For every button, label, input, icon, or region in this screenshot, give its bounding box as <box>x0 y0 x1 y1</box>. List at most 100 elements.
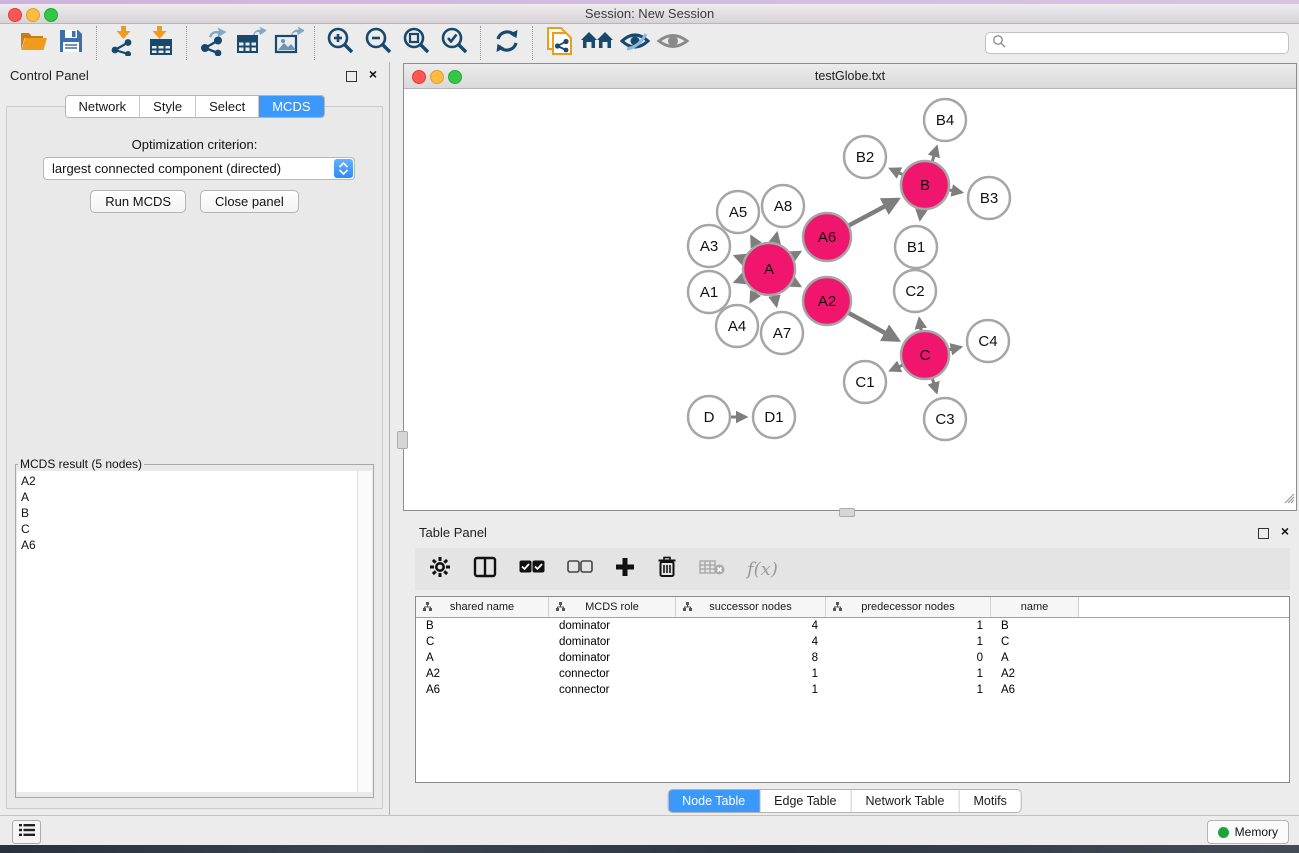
hide-graphics-details-button[interactable] <box>616 26 654 60</box>
show-task-history-button[interactable] <box>12 820 41 844</box>
tab-edge-table[interactable]: Edge Table <box>760 790 851 812</box>
import-network-button[interactable] <box>104 26 142 60</box>
export-network-button[interactable] <box>194 26 232 60</box>
export-image-button[interactable] <box>270 26 308 60</box>
clone-network-button[interactable] <box>540 26 578 60</box>
import-table-button[interactable] <box>142 26 180 60</box>
column-header-mcds-role[interactable]: MCDS role <box>549 597 676 617</box>
graph-edge-C-C3[interactable] <box>933 379 937 392</box>
unselect-all-button[interactable] <box>567 560 593 578</box>
tab-motifs[interactable]: Motifs <box>959 790 1020 812</box>
table-cell[interactable]: C <box>416 634 549 650</box>
table-cell[interactable]: A <box>416 650 549 666</box>
function-builder-button[interactable]: f(x) <box>747 559 778 580</box>
table-cell[interactable]: B <box>416 618 549 634</box>
graph-edge-A-A3[interactable] <box>735 256 744 259</box>
table-cell[interactable]: 4 <box>676 618 826 634</box>
network-canvas[interactable]: B4B2BB3A8A5A6A3B1AA1C2A2A4A7C4CC1C3DD1 <box>404 89 1296 510</box>
result-item[interactable]: A6 <box>21 537 358 553</box>
graph-edge-B-B3[interactable] <box>950 190 962 192</box>
tab-network[interactable]: Network <box>65 96 140 117</box>
cyndex-browse-button[interactable] <box>578 26 616 60</box>
table-cell[interactable]: dominator <box>549 618 676 634</box>
table-cell[interactable]: A6 <box>416 682 549 698</box>
graph-edge-C-C1[interactable] <box>891 365 903 370</box>
table-cell[interactable]: C <box>991 634 1079 650</box>
table-cell[interactable]: 1 <box>676 666 826 682</box>
graph-edge-A2-C[interactable] <box>849 313 898 340</box>
network-window-titlebar[interactable]: testGlobe.txt <box>404 64 1296 89</box>
graph-edge-A-A2[interactable] <box>793 282 800 286</box>
tab-network-table[interactable]: Network Table <box>852 790 960 812</box>
tab-style[interactable]: Style <box>140 96 196 117</box>
table-cell[interactable]: A2 <box>416 666 549 682</box>
table-cell[interactable]: 1 <box>826 618 991 634</box>
result-item[interactable]: C <box>21 521 358 537</box>
graph-edge-C-C2[interactable] <box>919 319 921 331</box>
horizontal-splitter-handle[interactable] <box>839 508 855 517</box>
table-cell[interactable]: 1 <box>826 634 991 650</box>
resize-grip-icon[interactable] <box>1282 491 1295 509</box>
close-panel-icon[interactable]: × <box>369 65 377 83</box>
run-mcds-button[interactable]: Run MCDS <box>90 190 186 213</box>
table-cell[interactable]: B <box>991 618 1079 634</box>
column-header-successor-nodes[interactable]: successor nodes <box>676 597 826 617</box>
table-cell[interactable]: 1 <box>676 682 826 698</box>
result-item[interactable]: A <box>21 489 358 505</box>
table-row[interactable]: Adominator80A <box>416 650 1289 666</box>
table-cell[interactable]: A <box>991 650 1079 666</box>
graph-edge-B-B2[interactable] <box>890 169 902 175</box>
table-cell[interactable]: dominator <box>549 650 676 666</box>
graph-edge-B-B4[interactable] <box>932 147 936 161</box>
select-all-button[interactable] <box>519 560 545 578</box>
refresh-button[interactable] <box>488 26 526 60</box>
graph-edge-A-A8[interactable] <box>775 233 777 242</box>
zoom-in-button[interactable] <box>322 26 360 60</box>
table-row[interactable]: Cdominator41C <box>416 634 1289 650</box>
search-field[interactable] <box>985 32 1289 54</box>
tab-select[interactable]: Select <box>196 96 259 117</box>
table-row[interactable]: A6connector11A6 <box>416 682 1289 698</box>
vertical-splitter-handle[interactable] <box>397 431 408 449</box>
close-panel-button[interactable]: Close panel <box>200 190 299 213</box>
zoom-selected-button[interactable] <box>436 26 474 60</box>
table-cell[interactable]: dominator <box>549 634 676 650</box>
graph-edge-A-A6[interactable] <box>793 252 800 256</box>
criterion-dropdown[interactable]: largest connected component (directed) <box>43 157 355 180</box>
table-cell[interactable]: connector <box>549 666 676 682</box>
float-panel-icon[interactable] <box>346 71 357 82</box>
result-scrollbar[interactable] <box>357 471 372 792</box>
search-input[interactable] <box>1006 35 1260 51</box>
table-options-button[interactable] <box>429 556 451 583</box>
table-cell[interactable]: A6 <box>991 682 1079 698</box>
result-item[interactable]: B <box>21 505 358 521</box>
open-session-button[interactable] <box>14 26 52 60</box>
graph-edge-A6-B[interactable] <box>849 200 898 226</box>
table-cell[interactable]: connector <box>549 682 676 698</box>
graph-edge-A-A4[interactable] <box>751 293 756 302</box>
create-column-button[interactable] <box>615 557 635 582</box>
tab-node-table[interactable]: Node Table <box>668 790 760 812</box>
table-cell[interactable]: 1 <box>826 666 991 682</box>
graph-edge-A-A7[interactable] <box>774 296 776 306</box>
zoom-out-button[interactable] <box>360 26 398 60</box>
show-graphics-details-button[interactable] <box>654 26 692 60</box>
show-columns-button[interactable] <box>473 556 497 583</box>
save-session-button[interactable] <box>52 26 90 60</box>
table-cell[interactable]: 1 <box>826 682 991 698</box>
export-table-button[interactable] <box>232 26 270 60</box>
table-row[interactable]: A2connector11A2 <box>416 666 1289 682</box>
memory-button[interactable]: Memory <box>1207 820 1289 844</box>
table-cell[interactable]: A2 <box>991 666 1079 682</box>
graph-edge-A-A5[interactable] <box>751 237 756 246</box>
result-item[interactable]: A2 <box>21 473 358 489</box>
delete-column-button[interactable] <box>657 556 677 583</box>
column-header-name[interactable]: name <box>991 597 1079 617</box>
close-table-panel-icon[interactable]: × <box>1281 522 1289 540</box>
graph-edge-C-C4[interactable] <box>949 347 960 350</box>
graph-edge-A-A1[interactable] <box>735 279 744 282</box>
table-cell[interactable]: 4 <box>676 634 826 650</box>
table-cell[interactable]: 8 <box>676 650 826 666</box>
table-cell[interactable]: 0 <box>826 650 991 666</box>
column-header-predecessor-nodes[interactable]: predecessor nodes <box>826 597 991 617</box>
